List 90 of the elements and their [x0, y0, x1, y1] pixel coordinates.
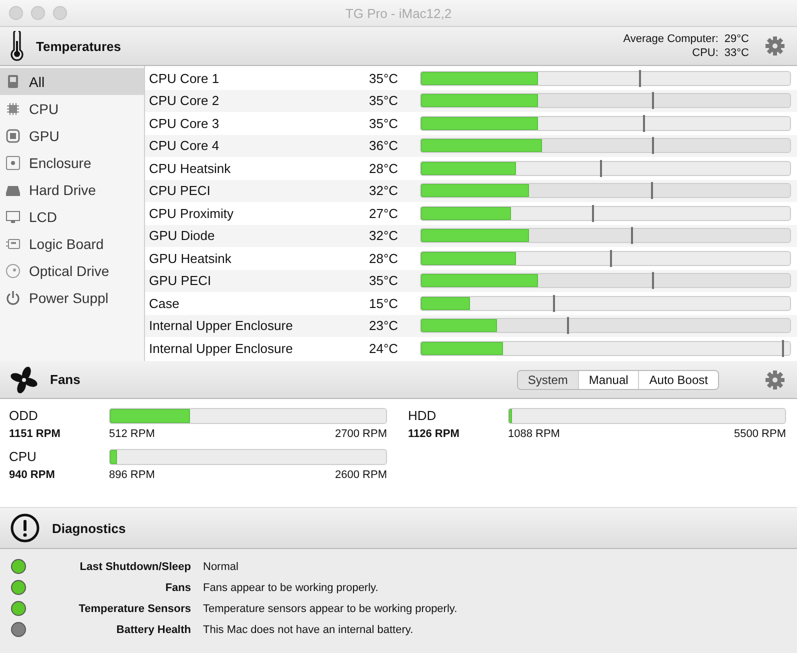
chip-icon: [5, 100, 21, 116]
fan-name: HDD: [408, 408, 438, 423]
sidebar-item[interactable]: All: [0, 68, 144, 95]
sensor-name: CPU Core 4: [148, 138, 220, 154]
fan-icon: [10, 366, 38, 394]
sidebar-label: All: [29, 74, 45, 90]
section-title: Fans: [50, 372, 80, 387]
diagnostic-label: Fans: [164, 582, 191, 594]
sensor-value: 35°C: [369, 70, 400, 86]
min-speed: 1088 RPM: [508, 428, 560, 440]
section-title: Temperatures: [36, 38, 122, 54]
disc-icon: [5, 262, 21, 278]
sensor-name: CPU PECI: [148, 183, 212, 198]
section-title: Diagnostics: [52, 520, 126, 536]
sidebar-label: Optical Drive: [29, 262, 110, 278]
sidebar-label: Logic Board: [29, 236, 104, 252]
sensor-value: 32°C: [369, 228, 400, 244]
sensor-name: Internal Upper Enclosure: [148, 340, 294, 356]
sensor-value: 35°C: [369, 116, 400, 131]
fan-speed: 1126 RPM: [408, 428, 460, 440]
sensor-name: GPU Heatsink: [148, 250, 232, 266]
settings-icon[interactable]: [765, 370, 785, 390]
mode-tab[interactable]: Auto Boost: [638, 370, 718, 388]
fan-name: CPU: [9, 449, 38, 464]
sensor-value: 32°C: [369, 183, 400, 198]
computer-icon: [5, 74, 21, 90]
monitor-icon: [5, 208, 21, 224]
sidebar-label: CPU: [29, 100, 59, 116]
sensor-name: CPU Core 3: [148, 116, 220, 131]
sidebar-label: Hard Drive: [29, 182, 96, 198]
sidebar-item[interactable]: Enclosure: [0, 149, 144, 176]
min-speed: 896 RPM: [109, 469, 155, 481]
summary-label: CPU:: [691, 46, 718, 60]
sensor-name: Internal Upper Enclosure: [148, 318, 294, 334]
sensor-value: 24°C: [369, 340, 400, 356]
window-control-button[interactable]: [9, 6, 23, 20]
sensor-value: 35°C: [369, 93, 400, 108]
power-icon: [5, 290, 21, 306]
sidebar-item[interactable]: GPU: [0, 122, 144, 149]
max-speed: 5500 RPM: [734, 428, 786, 440]
sensor-name: GPU PECI: [148, 273, 212, 288]
sensor-value: 23°C: [369, 318, 400, 334]
sidebar-item[interactable]: CPU: [0, 95, 144, 122]
sidebar-label: LCD: [29, 208, 58, 224]
mode-tab[interactable]: Manual: [578, 370, 638, 388]
max-speed: 2600 RPM: [335, 469, 387, 481]
sensor-name: CPU Heatsink: [148, 160, 232, 176]
diagnostic-message: This Mac does not have an internal battery.: [203, 624, 414, 636]
sensor-value: 28°C: [369, 250, 400, 266]
summary-value: 29°C: [724, 32, 749, 46]
sidebar-item[interactable]: Power Suppl: [0, 284, 144, 311]
sensor-name: GPU Diode: [148, 228, 216, 244]
sensor-value: 15°C: [369, 296, 400, 311]
fan-name: ODD: [9, 408, 39, 423]
sidebar-item[interactable]: Optical Drive: [0, 257, 144, 284]
sensor-name: CPU Core 2: [148, 93, 220, 108]
summary-value: 33°C: [724, 46, 749, 60]
sidebar-item[interactable]: Hard Drive: [0, 176, 144, 203]
sensor-value: 27°C: [369, 206, 400, 221]
sidebar-label: Power Suppl: [29, 290, 108, 306]
sidebar-label: GPU: [29, 128, 60, 144]
box-icon: [5, 154, 21, 170]
sensor-value: 28°C: [369, 160, 400, 176]
diagnostic-label: Battery Health: [115, 624, 191, 636]
diagnostic-label: Last Shutdown/Sleep: [78, 560, 191, 572]
sensor-name: CPU Proximity: [148, 206, 235, 221]
sidebar-item[interactable]: Logic Board: [0, 230, 144, 257]
fan-speed: 1151 RPM: [9, 428, 62, 440]
diagnostic-message: Fans appear to be working properly.: [203, 582, 380, 594]
sensor-value: 35°C: [369, 273, 400, 288]
diagnostic-label: Temperature Sensors: [78, 602, 191, 614]
sensor-name: Case: [148, 296, 180, 311]
sidebar-label: Enclosure: [29, 154, 92, 170]
window-title: TG Pro - iMac12,2: [345, 6, 452, 20]
min-speed: 512 RPM: [109, 428, 155, 440]
fan-speed: 940 RPM: [9, 469, 56, 481]
summary-label: Average Computer:: [623, 32, 718, 46]
settings-icon[interactable]: [765, 36, 785, 56]
window-control-button[interactable]: [53, 6, 67, 20]
exclamation-icon: [10, 513, 40, 543]
window-control-button[interactable]: [31, 6, 45, 20]
mode-tab[interactable]: System: [518, 370, 578, 388]
diagnostic-message: Normal: [203, 560, 240, 572]
thermometer-icon: [10, 31, 24, 61]
sensor-name: CPU Core 1: [148, 70, 220, 86]
sidebar-item[interactable]: LCD: [0, 203, 144, 230]
diagnostic-message: Temperature sensors appear to be working properly.: [203, 602, 458, 614]
chip-icon: [5, 128, 21, 144]
max-speed: 2700 RPM: [335, 428, 387, 440]
sensor-value: 36°C: [369, 138, 400, 154]
